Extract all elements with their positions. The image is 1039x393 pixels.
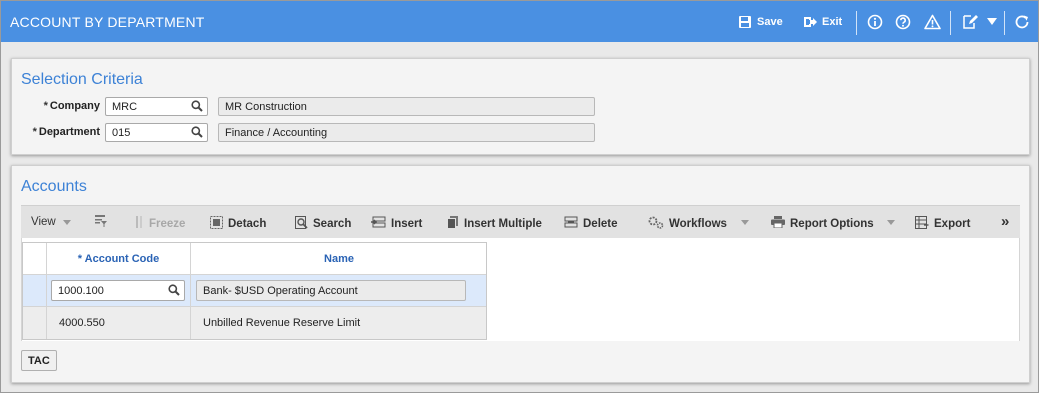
warning-button[interactable] [924, 14, 941, 30]
detach-icon [210, 216, 228, 232]
more-toolbar-button[interactable]: » [1001, 213, 1009, 230]
table-row[interactable]: 1000.100 Bank- $USD Operating Account [23, 275, 486, 307]
workflows-icon [648, 216, 669, 232]
export-icon [915, 216, 934, 232]
delete-icon [564, 216, 583, 231]
help-button[interactable] [895, 14, 911, 30]
grid-toolbar: View Freeze Detach Search Insert Insert … [21, 205, 1020, 238]
export-button[interactable]: Export [915, 216, 970, 232]
row-selector-header [23, 243, 47, 274]
header-divider [856, 11, 857, 35]
chevron-down-icon[interactable] [887, 220, 895, 225]
table-row[interactable]: 4000.550 Unbilled Revenue Reserve Limit [23, 307, 486, 339]
account-name-field: Bank- $USD Operating Account [196, 280, 466, 301]
insert-multiple-button[interactable]: Insert Multiple [447, 216, 542, 232]
exit-icon [803, 15, 817, 29]
account-code-input[interactable]: 1000.100 [51, 280, 185, 301]
column-header-account-code[interactable]: * Account Code [47, 243, 191, 274]
section-title: Accounts [21, 178, 87, 195]
department-description: Finance / Accounting [218, 123, 595, 142]
accounts-grid: * Account Code Name 1000.100 Bank- $USD … [22, 242, 487, 340]
title-bar: ACCOUNT BY DEPARTMENT Save Exit [1, 1, 1038, 42]
workflows-button[interactable]: Workflows [648, 216, 727, 232]
exit-label: Exit [822, 16, 843, 28]
department-label: * Department [32, 126, 100, 138]
chevron-down-icon[interactable] [741, 220, 749, 225]
edit-icon [962, 14, 978, 30]
save-button[interactable]: Save [738, 15, 783, 29]
filter-button[interactable] [94, 214, 113, 231]
account-code-cell[interactable]: 4000.550 [47, 307, 191, 339]
freeze-button[interactable]: Freeze [136, 216, 185, 231]
refresh-icon [1014, 14, 1030, 30]
selection-criteria-panel: Selection Criteria * Company MRC MR Const… [11, 58, 1030, 155]
info-icon [867, 14, 883, 30]
search-icon[interactable] [168, 284, 180, 299]
save-icon [738, 15, 752, 29]
chevron-down-icon[interactable] [63, 220, 71, 225]
help-icon [895, 14, 911, 30]
info-button[interactable] [867, 14, 883, 30]
detach-button[interactable]: Detach [210, 216, 266, 232]
search-button[interactable]: Search [295, 216, 351, 232]
company-field[interactable]: MRC [105, 97, 208, 116]
grid-area: * Account Code Name 1000.100 Bank- $USD … [21, 238, 1020, 341]
more-actions-dropdown[interactable] [987, 18, 997, 26]
search-icon[interactable] [191, 100, 203, 115]
app-window: ACCOUNT BY DEPARTMENT Save Exit Selectio… [0, 0, 1039, 393]
page-title: ACCOUNT BY DEPARTMENT [10, 14, 205, 30]
column-header-name[interactable]: Name [191, 243, 487, 274]
filter-icon [94, 214, 113, 231]
account-code-cell: 1000.100 [47, 275, 191, 306]
warning-icon [924, 14, 941, 30]
delete-button[interactable]: Delete [564, 216, 618, 231]
report-options-button[interactable]: Report Options [771, 216, 874, 231]
chevron-down-icon [987, 18, 997, 26]
print-icon [771, 216, 790, 231]
search-icon[interactable] [191, 126, 203, 141]
header-divider [950, 11, 951, 35]
edit-button[interactable] [962, 14, 978, 30]
save-label: Save [757, 16, 783, 28]
accounts-panel: Accounts View Freeze Detach Search Inser… [11, 165, 1030, 383]
refresh-button[interactable] [1014, 14, 1030, 30]
insert-icon [371, 216, 391, 231]
section-title: Selection Criteria [21, 71, 143, 88]
company-label: * Company [43, 100, 100, 112]
company-description: MR Construction [218, 97, 595, 116]
grid-header-row: * Account Code Name [23, 243, 486, 275]
insert-button[interactable]: Insert [371, 216, 422, 231]
row-selector[interactable] [23, 307, 47, 339]
search-icon [295, 216, 313, 232]
insert-multiple-icon [447, 216, 464, 232]
name-cell[interactable]: Unbilled Revenue Reserve Limit [191, 307, 487, 339]
freeze-icon [136, 216, 149, 231]
row-selector[interactable] [23, 275, 47, 306]
name-cell: Bank- $USD Operating Account [191, 275, 487, 306]
header-divider [1004, 11, 1005, 35]
exit-button[interactable]: Exit [803, 15, 842, 29]
tac-button[interactable]: TAC [21, 350, 57, 371]
department-field[interactable]: 015 [105, 123, 208, 142]
view-menu[interactable]: View [31, 216, 56, 228]
